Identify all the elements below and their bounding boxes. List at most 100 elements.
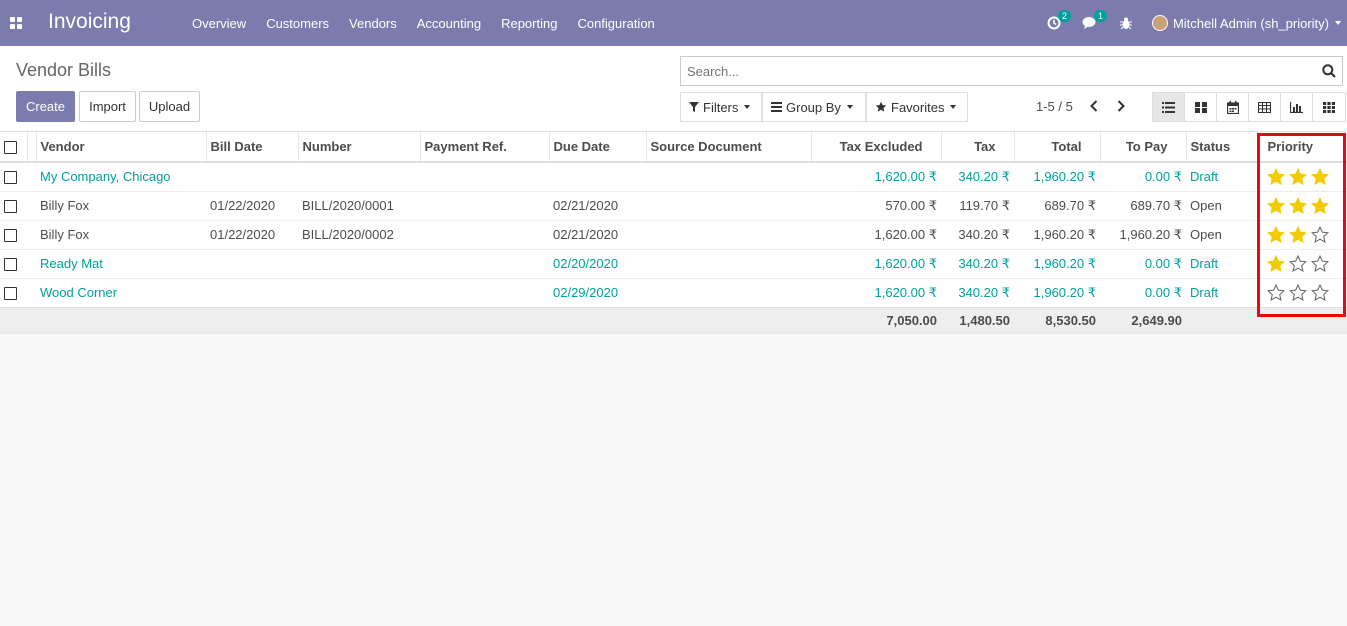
total-total: 8,530.50 bbox=[1014, 306, 1100, 334]
filters-label: Filters bbox=[703, 99, 739, 115]
header-total[interactable]: Total bbox=[1013, 132, 1100, 163]
apps-menu-icon[interactable] bbox=[10, 17, 22, 29]
list-view-button[interactable] bbox=[1153, 93, 1185, 121]
cell-number: BILL/2020/0001 bbox=[298, 190, 420, 220]
star-filled-icon[interactable] bbox=[1289, 167, 1307, 186]
select-all-checkbox[interactable] bbox=[4, 141, 17, 155]
table-header-row: Vendor Bill Date Number Payment Ref. Due… bbox=[0, 132, 1347, 163]
cell-vendor: Billy Fox bbox=[36, 219, 206, 249]
cell-number bbox=[298, 248, 420, 278]
star-filled-icon[interactable] bbox=[1267, 254, 1285, 273]
grid-view-button[interactable] bbox=[1313, 93, 1345, 121]
debug-bug-icon[interactable] bbox=[1118, 15, 1134, 31]
row-select-cell bbox=[0, 219, 27, 249]
star-filled-icon[interactable] bbox=[1289, 225, 1307, 244]
table-row[interactable]: My Company, Chicago 1,620.00 ₹340.20 ₹1,9… bbox=[0, 161, 1347, 191]
table-row[interactable]: Ready Mat 02/20/2020 1,620.00 ₹340.20 ₹1,9… bbox=[0, 248, 1347, 278]
calendar-icon bbox=[1226, 100, 1239, 114]
cell-payment-ref bbox=[420, 161, 549, 191]
pager-next-button[interactable] bbox=[1114, 98, 1128, 114]
favorites-label: Favorites bbox=[891, 99, 945, 115]
menu-overview[interactable]: Overview bbox=[182, 16, 256, 31]
header-due-date[interactable]: Due Date bbox=[548, 132, 646, 163]
cell-number bbox=[298, 277, 420, 307]
star-filled-icon[interactable] bbox=[1267, 196, 1285, 215]
menu-customers[interactable]: Customers bbox=[256, 16, 339, 31]
star-empty-icon[interactable] bbox=[1267, 283, 1285, 302]
star-empty-icon[interactable] bbox=[1311, 283, 1329, 302]
menu-reporting[interactable]: Reporting bbox=[491, 16, 567, 31]
cell-total: 1,960.20 ₹ bbox=[1014, 248, 1100, 278]
search-input[interactable] bbox=[681, 57, 1301, 85]
messages-icon[interactable]: 1 bbox=[1082, 10, 1107, 31]
row-spacer bbox=[27, 219, 36, 249]
cell-priority bbox=[1257, 277, 1347, 307]
star-filled-icon[interactable] bbox=[1267, 167, 1285, 186]
activity-icon[interactable]: 2 bbox=[1046, 10, 1071, 31]
star-empty-icon[interactable] bbox=[1311, 225, 1329, 244]
pivot-view-button[interactable] bbox=[1249, 93, 1281, 121]
graph-view-button[interactable] bbox=[1281, 93, 1313, 121]
table-row[interactable]: Wood Corner 02/29/2020 1,620.00 ₹340.20 ₹1… bbox=[0, 277, 1347, 307]
star-filled-icon[interactable] bbox=[1289, 196, 1307, 215]
app-brand[interactable]: Invoicing bbox=[48, 10, 131, 34]
filters-dropdown[interactable]: Filters bbox=[680, 92, 762, 122]
priority-stars bbox=[1267, 225, 1343, 244]
upload-button[interactable]: Upload bbox=[139, 91, 200, 122]
favorites-dropdown[interactable]: Favorites bbox=[866, 92, 968, 122]
star-filled-icon[interactable] bbox=[1311, 167, 1329, 186]
cell-to-pay: 0.00 ₹ bbox=[1100, 161, 1186, 191]
pager-value[interactable]: 1-5 / 5 bbox=[1036, 99, 1073, 114]
calendar-view-button[interactable] bbox=[1217, 93, 1249, 121]
table-row[interactable]: Billy Fox 01/22/2020 BILL/2020/0001 02/21/2… bbox=[0, 190, 1347, 220]
cell-bill-date: 01/22/2020 bbox=[206, 219, 298, 249]
cell-source-document bbox=[646, 248, 811, 278]
row-checkbox[interactable] bbox=[4, 200, 17, 214]
group-by-dropdown[interactable]: Group By bbox=[762, 92, 866, 122]
cell-priority bbox=[1257, 219, 1347, 249]
totals-row: 7,050.00 1,480.50 8,530.50 2,649.90 bbox=[0, 306, 1347, 334]
header-tax[interactable]: Tax bbox=[940, 132, 1014, 163]
star-empty-icon[interactable] bbox=[1289, 283, 1307, 302]
view-switcher bbox=[1152, 92, 1346, 122]
create-button[interactable]: Create bbox=[16, 91, 75, 122]
header-bill-date[interactable]: Bill Date bbox=[205, 132, 298, 163]
star-filled-icon[interactable] bbox=[1311, 196, 1329, 215]
row-checkbox[interactable] bbox=[4, 229, 17, 243]
cell-tax-excluded: 570.00 ₹ bbox=[811, 190, 941, 220]
header-number[interactable]: Number bbox=[297, 132, 420, 163]
chevron-left-icon bbox=[1090, 100, 1098, 112]
header-tax-excluded[interactable]: Tax Excluded bbox=[810, 132, 941, 163]
star-empty-icon[interactable] bbox=[1311, 254, 1329, 273]
row-checkbox[interactable] bbox=[4, 258, 17, 272]
cell-due-date: 02/29/2020 bbox=[549, 277, 646, 307]
cell-total: 689.70 ₹ bbox=[1014, 190, 1100, 220]
header-to-pay[interactable]: To Pay bbox=[1099, 132, 1186, 163]
vendor-bills-list: Vendor Bill Date Number Payment Ref. Due… bbox=[0, 132, 1347, 334]
star-filled-icon[interactable] bbox=[1267, 225, 1285, 244]
kanban-view-button[interactable] bbox=[1185, 93, 1217, 121]
header-priority[interactable]: Priority bbox=[1256, 132, 1347, 163]
row-checkbox[interactable] bbox=[4, 287, 17, 301]
cell-total: 1,960.20 ₹ bbox=[1014, 219, 1100, 249]
user-menu[interactable]: Mitchell Admin (sh_priority) bbox=[1151, 15, 1341, 31]
pager-previous-button[interactable] bbox=[1087, 98, 1101, 114]
table-row[interactable]: Billy Fox 01/22/2020 BILL/2020/0002 02/21/2… bbox=[0, 219, 1347, 249]
header-status[interactable]: Status bbox=[1185, 132, 1257, 163]
header-source-document[interactable]: Source Document bbox=[645, 132, 811, 163]
menu-accounting[interactable]: Accounting bbox=[407, 16, 491, 31]
header-payment-ref[interactable]: Payment Ref. bbox=[419, 132, 549, 163]
row-checkbox[interactable] bbox=[4, 171, 17, 185]
grid-icon bbox=[1323, 101, 1335, 113]
import-button[interactable]: Import bbox=[79, 91, 136, 122]
star-empty-icon[interactable] bbox=[1289, 254, 1307, 273]
cell-status: Open bbox=[1186, 219, 1257, 249]
chevron-down-icon bbox=[846, 105, 853, 109]
header-vendor[interactable]: Vendor bbox=[35, 132, 206, 163]
control-panel: Vendor Bills Create Import Upload Filter… bbox=[0, 46, 1347, 132]
search-icon[interactable] bbox=[1322, 64, 1336, 78]
menu-configuration[interactable]: Configuration bbox=[567, 16, 664, 31]
main-menu: Overview Customers Vendors Accounting Re… bbox=[182, 0, 665, 46]
cell-due-date: 02/21/2020 bbox=[549, 190, 646, 220]
menu-vendors[interactable]: Vendors bbox=[339, 16, 407, 31]
